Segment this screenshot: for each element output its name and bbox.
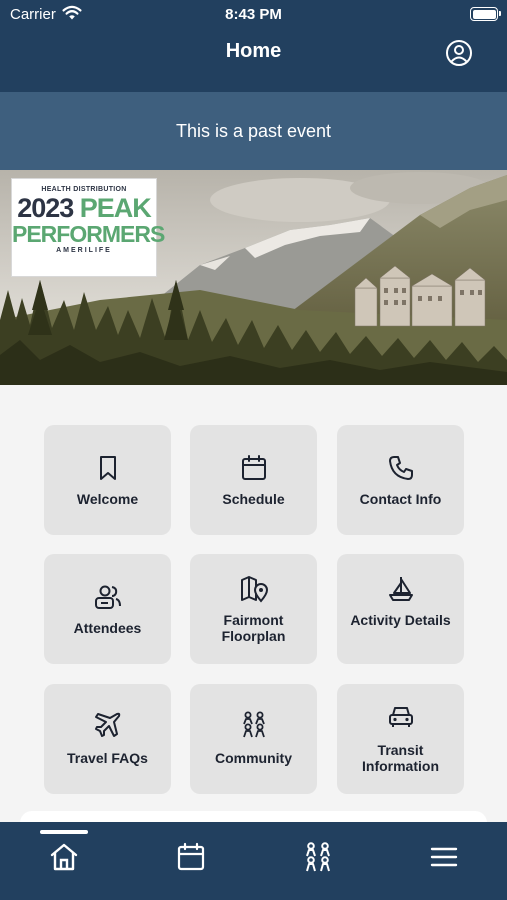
community-icon <box>242 711 265 738</box>
attendees-icon <box>94 585 121 609</box>
sailboat-icon <box>388 577 413 601</box>
map-pin-icon <box>240 576 268 603</box>
tile-travel-faqs[interactable]: Travel FAQs <box>44 684 171 794</box>
phone-icon <box>388 456 413 480</box>
tile-activity-details[interactable]: Activity Details <box>337 554 464 664</box>
calendar-icon[interactable] <box>174 840 208 874</box>
status-bar: Carrier 8:43 PM <box>0 0 507 30</box>
tile-label: Schedule <box>222 491 285 507</box>
tile-label: Fairmont Floorplan <box>221 612 286 644</box>
menu-icon[interactable] <box>427 840 461 874</box>
tile-label: Contact Info <box>359 491 442 507</box>
logo-year-peak: 2023 PEAK <box>12 194 156 222</box>
status-time: 8:43 PM <box>225 6 282 23</box>
tile-fairmont-floorplan[interactable]: Fairmont Floorplan <box>190 554 317 664</box>
tile-label: Community <box>215 750 292 766</box>
community-icon[interactable] <box>301 840 335 874</box>
airplane-icon <box>94 712 120 737</box>
page-title: Home <box>225 40 282 62</box>
logo-subtitle: HEALTH DISTRIBUTION <box>41 186 127 193</box>
user-circle-icon[interactable] <box>445 39 473 67</box>
tile-label: Travel FAQs <box>67 750 148 766</box>
calendar-icon <box>241 455 266 480</box>
tile-attendees[interactable]: Attendees <box>44 554 171 664</box>
tile-label: Transit Information <box>362 742 439 774</box>
tile-community[interactable]: Community <box>190 684 317 794</box>
car-icon <box>388 707 413 727</box>
tile-transit-information[interactable]: Transit Information <box>337 684 464 794</box>
feature-grid: Welcome Schedule Contact Info Attendees <box>0 385 507 822</box>
nav-bar: Home <box>0 30 507 92</box>
tile-label: Activity Details <box>350 612 451 628</box>
bookmark-icon <box>99 456 116 480</box>
home-icon[interactable] <box>47 840 81 874</box>
tile-contact-info[interactable]: Contact Info <box>337 425 464 535</box>
logo-brand: AMERILIFE <box>56 247 112 254</box>
logo-performers: PERFORMERS <box>12 221 165 247</box>
logo-year: 2023 <box>17 193 74 223</box>
tile-label: Attendees <box>73 620 142 636</box>
event-hero-image: HEALTH DISTRIBUTION 2023 PEAK PERFORMERS… <box>0 170 507 385</box>
logo-peak: PEAK <box>79 193 152 223</box>
battery-icon <box>470 7 501 21</box>
tile-schedule[interactable]: Schedule <box>190 425 317 535</box>
tile-welcome[interactable]: Welcome <box>44 425 171 535</box>
past-event-banner: This is a past event <box>0 92 507 170</box>
tab-bar <box>0 822 507 900</box>
event-logo: HEALTH DISTRIBUTION 2023 PEAK PERFORMERS… <box>11 178 165 277</box>
selected-tab-indicator <box>40 830 88 834</box>
tile-label: Welcome <box>76 491 139 507</box>
